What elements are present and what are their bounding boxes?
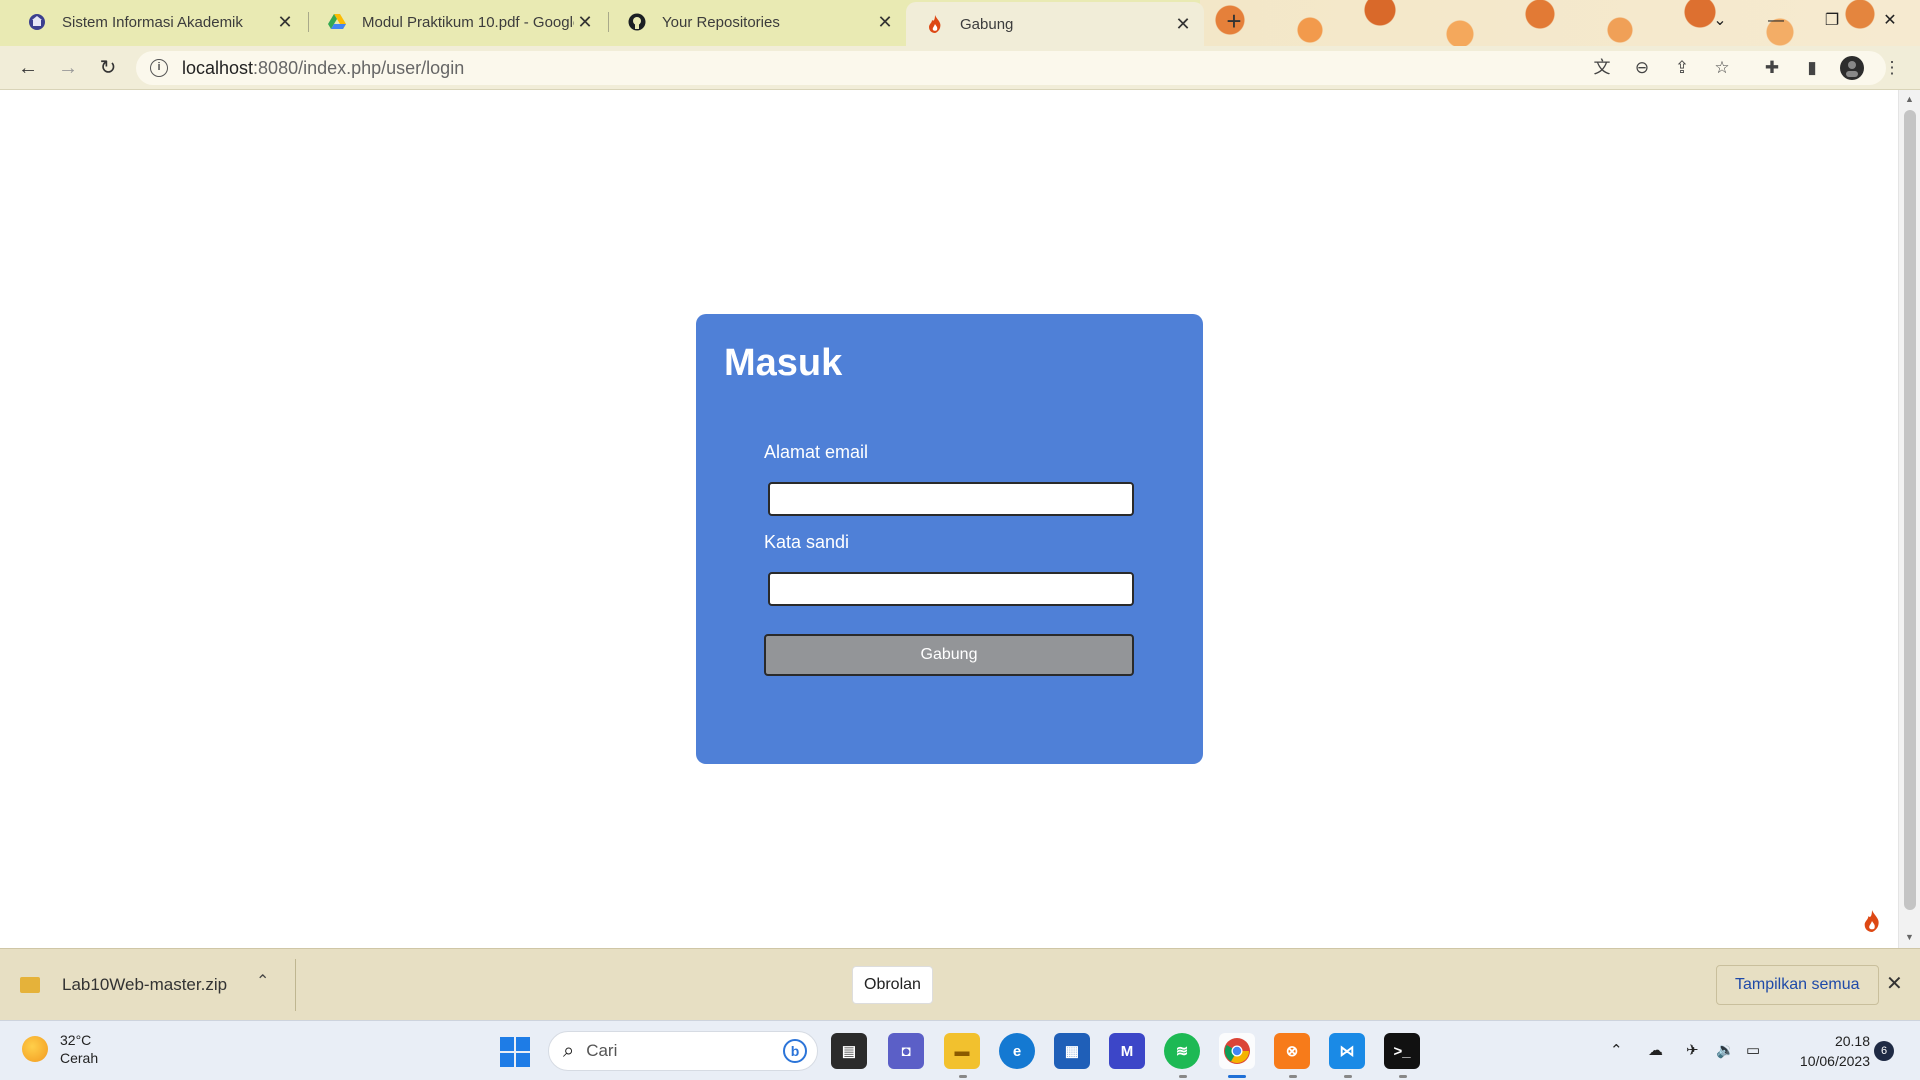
file-explorer-icon[interactable]: ▬ [944,1033,980,1069]
teams-chat-icon[interactable]: ◘ [888,1033,924,1069]
download-shelf: Lab10Web-master.zip ⌃ Obrolan Tampilkan … [0,948,1920,1020]
back-arrow-icon[interactable]: ← [14,54,42,82]
forward-arrow-icon[interactable]: → [54,54,82,82]
google-drive-icon [328,13,346,31]
join-button[interactable]: Gabung [764,634,1134,676]
close-icon[interactable]: ✕ [574,11,596,33]
vscode-icon[interactable]: ⋈ [1329,1033,1365,1069]
weather-widget[interactable]: 32°C Cerah [22,1031,98,1067]
running-indicator [1289,1075,1297,1078]
clock-date: 10/06/2023 [1799,1053,1870,1069]
spotify-icon[interactable]: ≋ [1164,1033,1200,1069]
profile-avatar[interactable] [1840,56,1864,80]
password-field[interactable] [768,572,1134,606]
show-all-downloads-button[interactable]: Tampilkan semua [1716,965,1879,1005]
codeigniter-flame-icon [926,15,944,33]
browser-toolbar: ← → ↻ i localhost:8080/index.php/user/lo… [0,46,1920,90]
pen-app-icon[interactable]: M [1109,1033,1145,1069]
chevron-up-icon[interactable]: ⌃ [256,971,269,991]
system-clock[interactable]: 20.18 10/06/2023 [1782,1031,1870,1071]
divider [295,959,296,1011]
browser-titlebar: Sistem Informasi Akademik ✕ Modul Prakti… [0,0,1920,46]
running-indicator [1179,1075,1187,1078]
bing-icon[interactable]: b [783,1039,807,1063]
university-icon [28,13,46,31]
tab-gabung[interactable]: Gabung ✕ [906,2,1204,46]
running-indicator [1344,1075,1352,1078]
tab-title: Gabung [960,15,1014,33]
share-icon[interactable]: ⇪ [1670,56,1694,80]
active-indicator [1228,1075,1246,1078]
login-card: Masuk Alamat email Kata sandi Gabung [696,314,1203,764]
windows-taskbar: 32°C Cerah ⌕ Cari b ▤ ◘ ▬ e ▦ M ≋ ⊗ ⋈ >_… [0,1020,1920,1080]
search-icon: ⌕ [563,1039,575,1062]
microsoft-store-icon[interactable]: ▦ [1054,1033,1090,1069]
extensions-puzzle-icon[interactable]: ✚ [1760,56,1784,80]
email-field[interactable] [768,482,1134,516]
address-bar[interactable]: i localhost:8080/index.php/user/login [136,51,1886,85]
page-title: Masuk [724,342,843,384]
close-icon[interactable]: ✕ [274,11,296,33]
zip-file-icon [20,977,40,993]
task-view-icon[interactable]: ▤ [831,1033,867,1069]
translate-icon[interactable]: 文 [1590,56,1614,80]
terminal-icon[interactable]: >_ [1384,1033,1420,1069]
email-label: Alamat email [764,442,869,462]
xampp-icon[interactable]: ⊗ [1274,1033,1310,1069]
chrome-icon[interactable] [1219,1033,1255,1069]
taskbar-search[interactable]: ⌕ Cari b [548,1031,818,1071]
zoom-out-icon[interactable]: ⊖ [1630,56,1654,80]
notification-badge[interactable]: 6 [1874,1041,1894,1061]
reload-icon[interactable]: ↻ [94,54,122,82]
site-info-icon[interactable]: i [150,59,168,77]
close-icon[interactable]: ✕ [1886,971,1903,996]
tab-title: Your Repositories [662,13,780,31]
running-indicator [1399,1075,1407,1078]
url-text[interactable]: localhost:8080/index.php/user/login [182,58,464,79]
onedrive-cloud-icon[interactable]: ☁ [1648,1041,1663,1059]
close-icon[interactable]: ✕ [874,11,896,33]
url-host: localhost [182,57,254,78]
tab-sistem-informasi[interactable]: Sistem Informasi Akademik ✕ [8,2,306,42]
tab-title: Modul Praktikum 10.pdf - Google Drive [362,13,574,31]
edge-browser-icon[interactable]: e [999,1033,1035,1069]
start-windows-icon[interactable] [500,1037,530,1067]
weather-sun-icon [22,1036,48,1062]
weather-desc: Cerah [60,1050,99,1066]
tab-search-chevron-icon[interactable]: ⌄ [1700,6,1740,36]
search-placeholder: Cari [586,1041,618,1060]
clock-time: 20.18 [1834,1033,1870,1049]
volume-icon[interactable]: 🔉 [1716,1041,1735,1059]
vertical-scrollbar[interactable]: ▲ ▼ [1898,90,1920,948]
new-tab-button[interactable]: + [1220,8,1248,36]
minimize-button[interactable]: — [1756,6,1796,36]
chat-button[interactable]: Obrolan [852,966,933,1004]
github-icon [628,13,646,31]
scroll-down-arrow-icon[interactable]: ▼ [1905,932,1914,942]
weather-temp: 32°C [60,1032,92,1048]
tray-overflow-chevron-icon[interactable]: ⌃ [1610,1041,1623,1059]
password-label: Kata sandi [764,532,850,552]
airplane-mode-icon[interactable]: ✈ [1686,1041,1699,1059]
tab-title: Sistem Informasi Akademik [62,13,243,31]
battery-icon[interactable]: ▭ [1746,1041,1760,1059]
codeigniter-debug-toolbar-icon[interactable] [1862,910,1882,938]
window-close-button[interactable]: ✕ [1870,6,1910,36]
page-viewport: Masuk Alamat email Kata sandi Gabung [0,90,1898,948]
close-icon[interactable]: ✕ [1172,13,1194,35]
download-item[interactable]: Lab10Web-master.zip [20,969,227,1001]
menu-kebab-icon[interactable]: ⋮ [1880,56,1904,80]
download-file-name: Lab10Web-master.zip [62,975,228,994]
url-path: :8080/index.php/user/login [253,57,465,78]
scrollbar-thumb[interactable] [1904,110,1916,910]
scroll-up-arrow-icon[interactable]: ▲ [1905,94,1914,104]
side-panel-icon[interactable]: ▮ [1800,56,1824,80]
restore-button[interactable]: ❐ [1812,6,1852,36]
bookmark-star-icon[interactable]: ☆ [1710,56,1734,80]
tab-modul-praktikum[interactable]: Modul Praktikum 10.pdf - Google Drive ✕ [308,2,606,42]
tab-your-repositories[interactable]: Your Repositories ✕ [608,2,906,42]
running-indicator [959,1075,967,1078]
